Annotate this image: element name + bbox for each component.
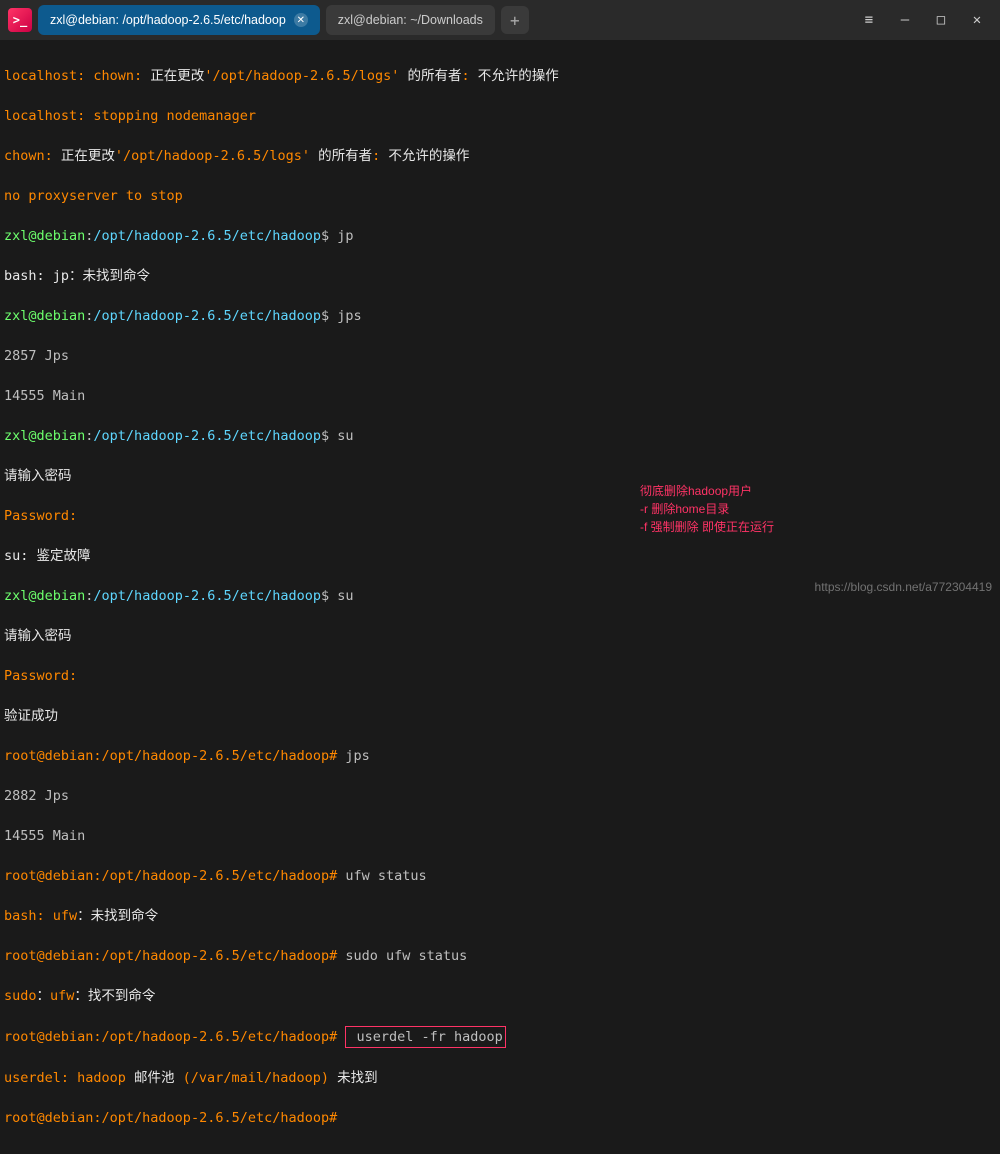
output-text: 请输入密码 (4, 626, 996, 646)
root-prompt-line: root@debian:/opt/hadoop-2.6.5/etc/hadoop… (4, 746, 996, 766)
output-text: bash: jp：未找到命令 (4, 266, 996, 286)
output-text: no proxyserver to stop (4, 186, 996, 206)
menu-icon[interactable]: ≡ (854, 5, 884, 35)
output-text: 2882 Jps (4, 786, 996, 806)
root-prompt-line: root@debian:/opt/hadoop-2.6.5/etc/hadoop… (4, 1026, 996, 1048)
new-tab-button[interactable]: + (501, 6, 529, 34)
output-text: 2857 Jps (4, 346, 996, 366)
output-text: 14555 Main (4, 826, 996, 846)
tab-active[interactable]: zxl@debian: /opt/hadoop-2.6.5/etc/hadoop… (38, 5, 320, 35)
output-text: localhost: stopping nodemanager (4, 106, 996, 126)
terminal-app-icon: >_ (8, 8, 32, 32)
prompt-line: zxl@debian:/opt/hadoop-2.6.5/etc/hadoop$… (4, 226, 996, 246)
output-text: Password: (4, 506, 996, 526)
output-text: 请输入密码 (4, 466, 996, 486)
root-prompt-line: root@debian:/opt/hadoop-2.6.5/etc/hadoop… (4, 866, 996, 886)
prompt-line: zxl@debian:/opt/hadoop-2.6.5/etc/hadoop$… (4, 426, 996, 446)
close-tab-icon[interactable]: ✕ (294, 13, 308, 27)
maximize-button[interactable]: □ (926, 5, 956, 35)
highlighted-command: userdel -fr hadoop (345, 1026, 505, 1048)
annotation-text: 彻底删除hadoop用户 -r 删除home目录 -f 强制删除 即使正在运行 (640, 482, 774, 536)
titlebar: >_ zxl@debian: /opt/hadoop-2.6.5/etc/had… (0, 0, 1000, 40)
terminal-output[interactable]: localhost: chown: 正在更改'/opt/hadoop-2.6.5… (0, 40, 1000, 1154)
root-prompt-line: root@debian:/opt/hadoop-2.6.5/etc/hadoop… (4, 946, 996, 966)
output-text: localhost: chown: (4, 68, 150, 84)
output-text: 14555 Main (4, 386, 996, 406)
root-prompt-line: root@debian:/opt/hadoop-2.6.5/etc/hadoop… (4, 1108, 996, 1128)
prompt-line: zxl@debian:/opt/hadoop-2.6.5/etc/hadoop$… (4, 306, 996, 326)
output-text: su: 鉴定故障 (4, 546, 996, 566)
tab-label: zxl@debian: /opt/hadoop-2.6.5/etc/hadoop (50, 13, 286, 27)
minimize-button[interactable]: — (890, 5, 920, 35)
tab-label: zxl@debian: ~/Downloads (338, 13, 483, 27)
close-window-button[interactable]: ✕ (962, 5, 992, 35)
output-text: 验证成功 (4, 706, 996, 726)
watermark: https://blog.csdn.net/a772304419 (815, 580, 992, 594)
output-text: Password: (4, 666, 996, 686)
tab-inactive[interactable]: zxl@debian: ~/Downloads (326, 5, 495, 35)
